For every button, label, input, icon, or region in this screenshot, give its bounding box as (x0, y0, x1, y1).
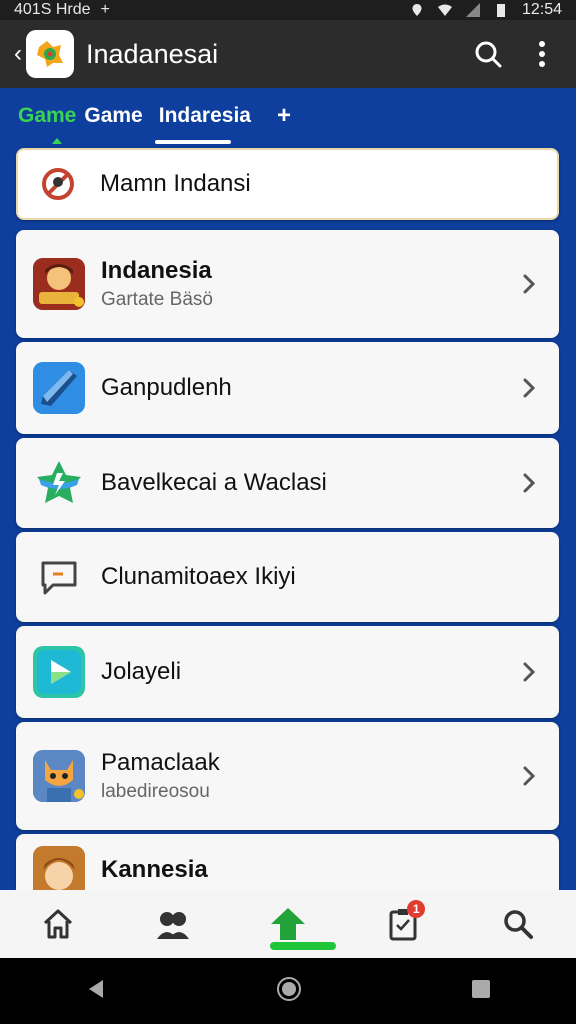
list-item[interactable]: Pamaclaak labedireosou (16, 722, 559, 830)
list-item-title: Jolayeli (101, 658, 182, 685)
signal-icon (465, 3, 480, 17)
character-face-icon (33, 846, 85, 894)
status-plus: + (100, 1, 110, 18)
list-item[interactable]: Kannesia (16, 834, 559, 894)
cat-character-icon (33, 750, 85, 802)
people-icon[interactable] (143, 894, 203, 954)
crystal-app-icon (33, 362, 85, 414)
add-tab-button[interactable]: + (277, 102, 291, 130)
chevron-right-icon (519, 377, 539, 399)
app-logo-icon[interactable] (26, 30, 74, 78)
home-button-icon[interactable] (276, 976, 302, 1007)
tab-game-2[interactable]: Game (84, 104, 142, 128)
active-nav-indicator (270, 942, 336, 950)
list-item-subtitle: labedireosou (101, 781, 210, 802)
app-bar: ‹ Inadanesai (0, 20, 576, 88)
recents-icon[interactable] (471, 979, 491, 1004)
search-row-label: Mamn Indansi (100, 170, 251, 197)
chat-bubble-icon (33, 551, 85, 603)
list-item-title: Indanesia (101, 257, 212, 284)
tab-indaresia[interactable]: Indaresia (159, 104, 251, 128)
list-item-title: Ganpudlenh (101, 374, 232, 401)
back-icon[interactable] (85, 978, 107, 1005)
search-row[interactable]: Mamn Indansi (16, 148, 559, 220)
app-title: Inadanesai (86, 38, 219, 69)
location-icon (412, 4, 422, 16)
list-item[interactable]: Ganpudlenh (16, 342, 559, 434)
green-star-icon (33, 457, 85, 509)
status-bar: 401S Hrde + 12:54 (0, 0, 576, 20)
list-item[interactable]: Indanesia Gartate Bäsö (16, 230, 559, 338)
status-time: 12:54 (521, 1, 562, 18)
notification-badge: 1 (407, 900, 426, 918)
battery-icon (496, 4, 505, 17)
home-icon[interactable] (28, 894, 88, 954)
game-character-icon (33, 258, 85, 310)
tab-game-1[interactable]: Game (18, 104, 76, 128)
chevron-right-icon (519, 273, 539, 295)
chevron-right-icon (519, 765, 539, 787)
clipboard-icon[interactable]: 1 (373, 894, 433, 954)
system-nav-bar (0, 958, 576, 1024)
search-nav-icon[interactable] (488, 894, 548, 954)
list-item-title: Pamaclaak (101, 749, 220, 776)
list-item-title: Bavelkecai a Waclasi (101, 469, 327, 496)
chevron-right-icon (519, 661, 539, 683)
tab-active-indicator (52, 138, 62, 144)
status-left-text: 401S Hrde (14, 1, 91, 18)
list-item-title: Kannesia (101, 856, 208, 883)
list-item[interactable]: Jolayeli (16, 626, 559, 718)
chevron-right-icon (519, 472, 539, 494)
play-store-icon (33, 646, 85, 698)
list-item-title: Clunamitoaex Ikiyi (101, 563, 296, 590)
more-vert-icon[interactable] (522, 34, 562, 74)
list-item[interactable]: Bavelkecai a Waclasi (16, 438, 559, 528)
tab-bar: Game Game Indaresia + (0, 88, 576, 144)
list-item[interactable]: Clunamitoaex Ikiyi (16, 532, 559, 622)
no-entry-icon (38, 164, 78, 204)
wifi-icon (437, 4, 452, 16)
chevron-left-icon[interactable]: ‹ (14, 40, 24, 68)
list-item-subtitle: Gartate Bäsö (101, 289, 213, 310)
tab-underline (155, 140, 231, 144)
search-icon[interactable] (468, 34, 508, 74)
